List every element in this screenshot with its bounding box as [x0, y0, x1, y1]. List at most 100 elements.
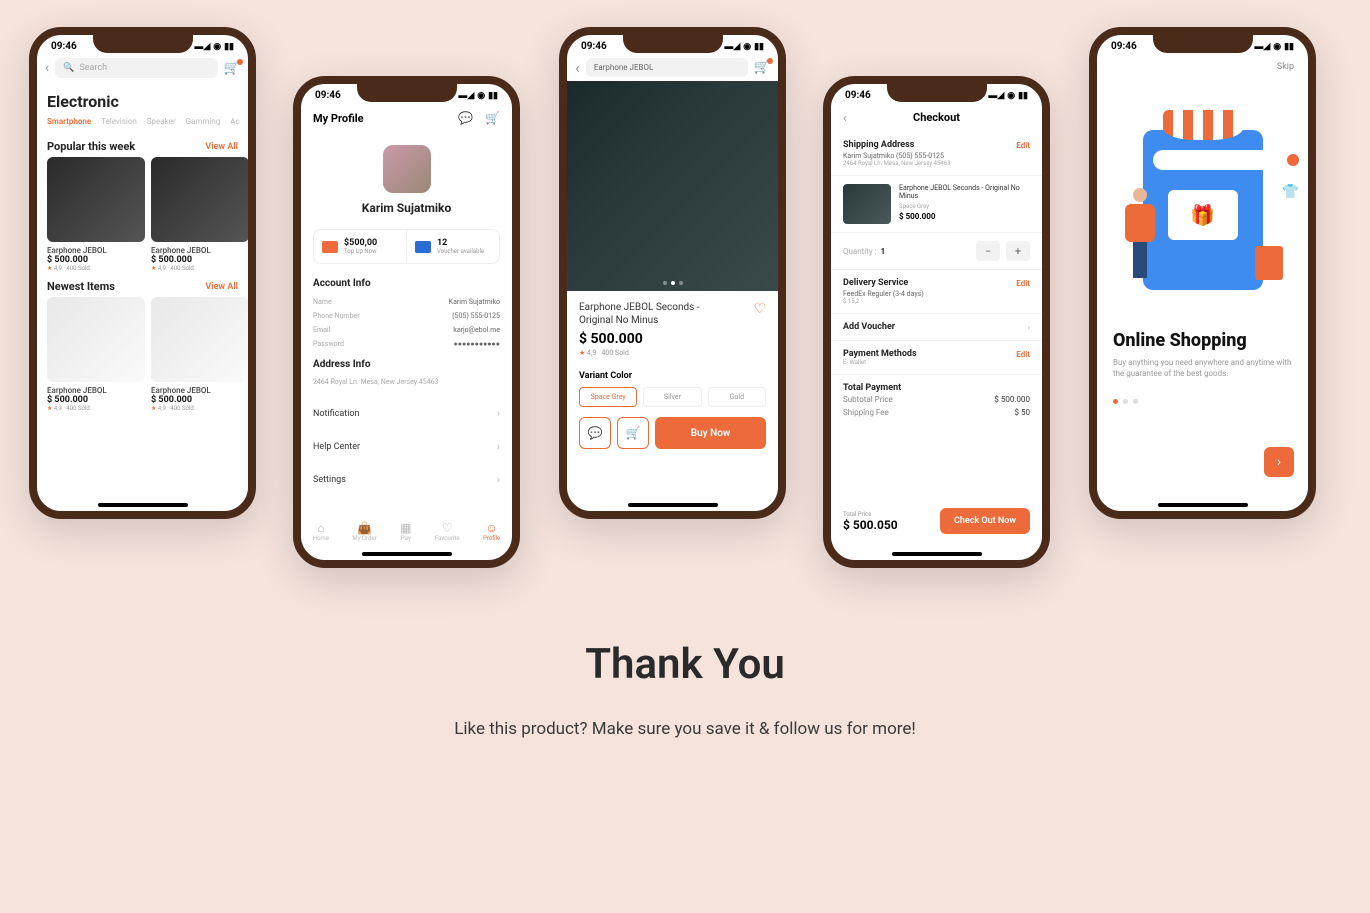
tab-ac[interactable]: Ac — [230, 117, 239, 126]
tab-speaker[interactable]: Speaker — [147, 117, 176, 126]
item-image — [843, 184, 891, 224]
product-name: Earphone JEBOL — [151, 386, 248, 395]
status-time: 09:46 — [315, 90, 341, 101]
tab-smartphone[interactable]: Smartphone — [47, 117, 91, 126]
search-input[interactable]: 🔍Search — [55, 58, 218, 78]
variant-space-grey[interactable]: Space Grey — [579, 387, 637, 407]
footer-title: Thank You — [0, 640, 1370, 689]
back-icon[interactable]: ‹ — [45, 60, 49, 76]
voucher-cell[interactable]: 12Voucher available — [406, 230, 499, 263]
product-card[interactable]: Earphone JEBOL$ 500.000★ 4,9 · 400 Sold — [47, 157, 145, 272]
section-header: Address Info — [301, 359, 512, 376]
variant-gold[interactable]: Gold — [708, 387, 766, 407]
signal-icon: ▬◢ — [1254, 41, 1270, 52]
edit-link[interactable]: Edit — [1016, 279, 1030, 288]
search-row: ‹ Earphone JEBOL 🛒 — [567, 54, 778, 81]
tab-order[interactable]: 👜My Order — [352, 521, 376, 542]
section-title: Newest Items — [47, 280, 115, 293]
product-name: Earphone JEBOL — [47, 246, 145, 255]
battery-icon: ▮▮ — [1284, 42, 1294, 52]
home-indicator — [362, 552, 452, 556]
status-icons: ▬◢◉▮▮ — [458, 90, 498, 101]
search-row: ‹ 🔍Search 🛒 — [37, 54, 248, 82]
voucher-section[interactable]: Add Voucher› — [831, 314, 1042, 341]
product-card[interactable]: Earphone JEBOL$ 500.000★ 4,9 · 400 Sold — [151, 157, 248, 272]
balance-cell[interactable]: $500,00Top Up Now — [314, 230, 406, 263]
dot-active[interactable] — [671, 281, 675, 285]
product-price: $ 500.000 — [47, 395, 145, 405]
tab-pay[interactable]: ▦Pay — [400, 521, 411, 542]
section-head: Payment MethodsEdit — [843, 349, 1030, 359]
back-icon[interactable]: ‹ — [575, 58, 580, 77]
menu-settings[interactable]: Settings› — [301, 463, 512, 496]
product-title: Earphone JEBOL Seconds - Original No Min… — [579, 301, 729, 327]
dot[interactable] — [663, 281, 667, 285]
tab-favourite[interactable]: ♡Favourite — [435, 521, 460, 542]
info-label: Name — [313, 298, 332, 306]
person-illustration — [1119, 188, 1161, 278]
body — [1125, 204, 1155, 242]
notch — [887, 84, 987, 102]
plus-button[interactable]: + — [1006, 241, 1030, 261]
buy-now-button[interactable]: Buy Now — [655, 417, 766, 449]
next-button[interactable]: › — [1264, 447, 1294, 477]
heart-icon[interactable]: ♡ — [753, 301, 766, 317]
cart-icon[interactable]: 🛒 — [754, 60, 770, 75]
user-icon: ☺ — [483, 521, 500, 535]
edit-link[interactable]: Edit — [1016, 141, 1030, 150]
chat-icon[interactable]: 💬 — [458, 111, 473, 125]
variant-silver[interactable]: Silver — [643, 387, 701, 407]
cart-icon[interactable]: 🛒 — [224, 61, 240, 76]
home-indicator — [628, 503, 718, 507]
section-title: Delivery Service — [843, 278, 908, 288]
edit-link[interactable]: Edit — [1016, 350, 1030, 359]
head — [1133, 188, 1147, 202]
chevron-right-icon: › — [497, 407, 500, 420]
menu-help[interactable]: Help Center› — [301, 430, 512, 463]
skip-link[interactable]: Skip — [1097, 54, 1308, 80]
footer-bar: Total Price$ 500.050 Check Out Now — [831, 498, 1042, 544]
tab-bar: ⌂Home 👜My Order ▦Pay ♡Favourite ☺Profile — [301, 515, 512, 548]
battery-icon: ▮▮ — [488, 91, 498, 101]
payment-section: Payment MethodsEdit E- Wallet — [831, 341, 1042, 375]
chat-button[interactable]: 💬 — [579, 417, 611, 449]
product-card[interactable]: Earphone JEBOL$ 500.000★ 4,9 · 400 Sold — [151, 297, 248, 412]
product-row: Earphone JEBOL$ 500.000★ 4,9 · 400 Sold … — [37, 157, 248, 272]
page-title: My Profile — [313, 112, 364, 125]
menu-notification[interactable]: Notification› — [301, 397, 512, 430]
view-all-link[interactable]: View All — [205, 142, 238, 152]
view-all-link[interactable]: View All — [205, 282, 238, 292]
battery-icon: ▮▮ — [1018, 91, 1028, 101]
add-cart-button[interactable]: 🛒 — [617, 417, 649, 449]
info-row: Password●●●●●●●●●●● — [301, 337, 512, 351]
tab-television[interactable]: Television — [101, 117, 137, 126]
shipping-name: Karim Sujatmiko (505) 555-0125 — [843, 152, 1030, 160]
tab-profile[interactable]: ☺Profile — [483, 521, 500, 542]
onboarding-title: Online Shopping — [1097, 320, 1308, 357]
battery-icon: ▮▮ — [754, 42, 764, 52]
dot[interactable] — [1123, 399, 1128, 404]
dot[interactable] — [679, 281, 683, 285]
tab-home[interactable]: ⌂Home — [313, 521, 329, 542]
dot-active[interactable] — [1113, 399, 1118, 404]
onboarding-illustration: 🎁 👕 — [1111, 90, 1294, 310]
avatar[interactable] — [383, 145, 431, 193]
search-input[interactable]: Earphone JEBOL — [586, 58, 748, 77]
back-icon[interactable]: ‹ — [843, 111, 847, 125]
balance-value: $500,00 — [344, 238, 377, 248]
product-card[interactable]: Earphone JEBOL$ 500.000★ 4,9 · 400 Sold — [47, 297, 145, 412]
phone-product-detail: 09:46▬◢◉▮▮ ‹ Earphone JEBOL 🛒 Earphone J… — [559, 27, 786, 519]
cart-icon[interactable]: 🛒 — [485, 111, 500, 125]
checkout-button[interactable]: Check Out Now — [940, 508, 1030, 534]
tab-gaming[interactable]: Gamming — [186, 117, 221, 126]
total-label: Total Price — [843, 511, 898, 518]
minus-button[interactable]: − — [976, 241, 1000, 261]
dot[interactable] — [1133, 399, 1138, 404]
search-icon — [1287, 154, 1299, 166]
product-row: Earphone JEBOL$ 500.000★ 4,9 · 400 Sold … — [37, 297, 248, 412]
menu-label: Settings — [313, 475, 346, 485]
product-price: $ 500.000 — [151, 255, 248, 265]
delivery-section: Delivery ServiceEdit FeedEx Reguler (3-4… — [831, 270, 1042, 314]
product-hero-image[interactable] — [567, 81, 778, 291]
product-meta: ★ 4,9 · 400 Sold — [151, 265, 248, 272]
